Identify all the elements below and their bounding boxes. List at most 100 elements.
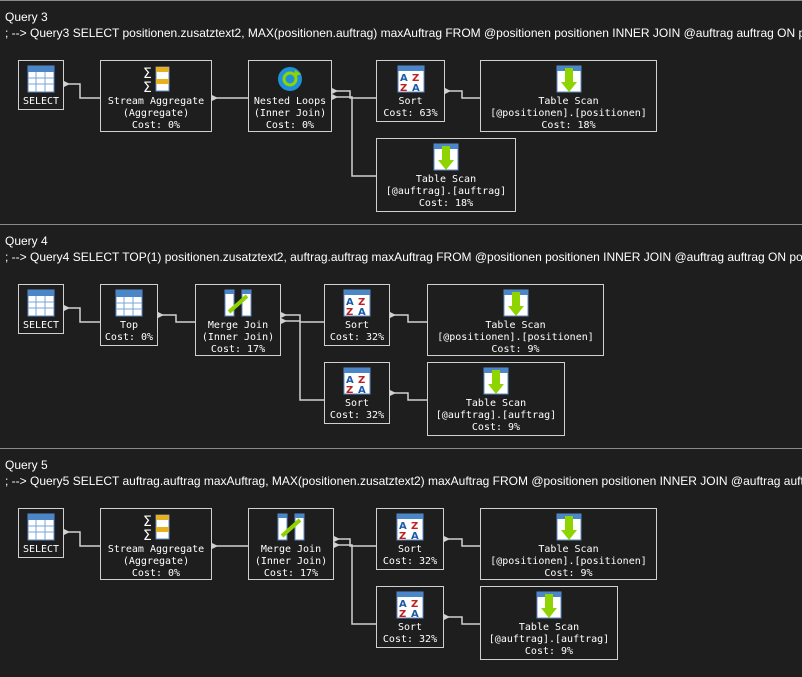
table-scan-node[interactable]: Table Scan [@positionen].[positionen] Co…	[480, 508, 657, 580]
node-cost: Cost: 9%	[471, 422, 521, 433]
node-cost: Cost: 0%	[131, 120, 181, 131]
svg-text:Z: Z	[399, 609, 406, 620]
node-cost: Cost: 9%	[544, 568, 593, 579]
node-cost: Cost: 0%	[265, 120, 315, 131]
sort-node[interactable]: A Z Z A Sort Cost: 32%	[376, 586, 444, 648]
merge-join-node[interactable]: Merge Join (Inner Join) Cost: 17%	[248, 508, 334, 580]
table-scan-icon	[503, 289, 528, 317]
nested-loops-icon	[278, 67, 302, 91]
node-cost: Cost: 9%	[524, 646, 574, 657]
svg-text:A: A	[358, 307, 366, 318]
table-scan-icon	[483, 367, 509, 395]
sort-icon: A Z Z A	[343, 367, 371, 396]
svg-text:Z: Z	[399, 531, 406, 542]
node-sublabel: [@positionen].[positionen]	[490, 108, 647, 119]
merge-join-node[interactable]: Merge Join (Inner Join) Cost: 17%	[195, 284, 281, 356]
sort-node[interactable]: A Z Z A Sort Cost: 32%	[324, 284, 390, 346]
node-cost: Cost: 63%	[383, 108, 438, 119]
svg-text:Z: Z	[400, 83, 407, 94]
node-cost: Cost: 17%	[210, 344, 266, 355]
sort-node[interactable]: A Z Z A Sort Cost: 32%	[376, 508, 444, 570]
svg-text:Σ: Σ	[143, 80, 152, 94]
select-icon	[27, 65, 55, 93]
top-node[interactable]: Top Cost: 0%	[100, 284, 158, 346]
node-cost: Cost: 32%	[329, 410, 385, 421]
node-label: Table Scan	[538, 96, 599, 107]
node-label: Table Scan	[415, 174, 477, 185]
node-sublabel: [@auftrag].[auftrag]	[435, 410, 557, 421]
select-node[interactable]: SELECT	[18, 60, 64, 110]
node-label: Sort	[344, 398, 370, 409]
node-label: Stream Aggregate	[107, 96, 205, 107]
sort-icon: A Z Z A	[397, 65, 424, 94]
query-4-section: Query 4 ; --> Query4 SELECT TOP(1) posit…	[0, 224, 802, 448]
query-title: Query 3	[5, 10, 48, 24]
node-label: Sort	[398, 96, 423, 107]
table-scan-icon	[433, 143, 459, 171]
node-sublabel: (Aggregate)	[122, 108, 190, 119]
node-sublabel: (Inner Join)	[201, 332, 275, 343]
node-sublabel: [@positionen].[positionen]	[490, 556, 647, 567]
node-label: Sort	[344, 320, 370, 331]
sort-node[interactable]: A Z Z A Sort Cost: 63%	[376, 60, 445, 122]
merge-join-icon	[224, 289, 252, 317]
table-scan-node[interactable]: Table Scan [@positionen].[positionen] Co…	[427, 284, 604, 356]
node-cost: Cost: 18%	[541, 120, 596, 131]
top-icon	[115, 289, 143, 317]
stream-aggregate-node[interactable]: Σ Σ Stream Aggregate (Aggregate) Cost: 0…	[100, 60, 212, 132]
query-5-section: Query 5 ; --> Query5 SELECT auftrag.auft…	[0, 448, 802, 677]
stream-aggregate-node[interactable]: Σ Σ Stream Aggregate (Aggregate) Cost: 0…	[100, 508, 212, 580]
table-scan-node[interactable]: Table Scan [@auftrag].[auftrag] Cost: 9%	[427, 362, 565, 436]
query-text[interactable]: ; --> Query3 SELECT positionen.zusatztex…	[5, 26, 802, 40]
node-cost: Cost: 32%	[382, 634, 438, 645]
query-title: Query 5	[5, 458, 48, 472]
node-label: Nested Loops	[253, 96, 327, 107]
table-scan-node[interactable]: Table Scan [@auftrag].[auftrag] Cost: 9%	[480, 586, 618, 660]
node-sublabel: (Inner Join)	[254, 556, 328, 567]
node-sublabel: [@auftrag].[auftrag]	[488, 634, 610, 645]
node-label: Sort	[397, 622, 423, 633]
query-title: Query 4	[5, 234, 48, 248]
nested-loops-node[interactable]: Nested Loops (Inner Join) Cost: 0%	[248, 60, 332, 132]
svg-text:A: A	[411, 609, 419, 620]
svg-text:A: A	[358, 385, 366, 396]
node-label: Sort	[397, 544, 423, 555]
select-icon	[27, 513, 55, 541]
node-sublabel: [@auftrag].[auftrag]	[385, 186, 507, 197]
table-scan-icon	[536, 591, 562, 619]
svg-text:A: A	[411, 531, 419, 542]
node-sublabel: (Aggregate)	[122, 556, 190, 567]
sort-icon: A Z Z A	[343, 289, 371, 318]
select-icon	[27, 289, 55, 317]
node-label: SELECT	[22, 320, 60, 331]
svg-text:Z: Z	[346, 385, 353, 396]
aggregate-icon: Σ Σ	[143, 514, 170, 542]
node-sublabel: [@positionen].[positionen]	[437, 332, 594, 343]
table-scan-icon	[556, 513, 581, 541]
select-node[interactable]: SELECT	[18, 508, 64, 558]
query-text[interactable]: ; --> Query4 SELECT TOP(1) positionen.zu…	[5, 250, 802, 264]
aggregate-icon: Σ Σ	[143, 66, 170, 94]
node-sublabel: (Inner Join)	[253, 108, 327, 119]
query-text[interactable]: ; --> Query5 SELECT auftrag.auftrag maxA…	[5, 474, 802, 488]
query-3-section: Query 3 ; --> Query3 SELECT positionen.z…	[0, 0, 802, 224]
svg-text:A: A	[412, 83, 420, 94]
node-cost: Cost: 9%	[491, 344, 540, 355]
svg-text:Z: Z	[346, 307, 353, 318]
node-label: Merge Join	[207, 320, 269, 331]
node-cost: Cost: 0%	[104, 332, 154, 343]
node-label: Table Scan	[538, 544, 599, 555]
node-label: SELECT	[22, 544, 60, 555]
node-label: Table Scan	[518, 622, 580, 633]
sort-node[interactable]: A Z Z A Sort Cost: 32%	[324, 362, 390, 424]
node-cost: Cost: 17%	[263, 568, 319, 579]
node-label: Top	[119, 320, 139, 331]
sort-icon: A Z Z A	[396, 591, 424, 620]
table-scan-node[interactable]: Table Scan [@positionen].[positionen] Co…	[480, 60, 657, 132]
select-node[interactable]: SELECT	[18, 284, 64, 334]
node-cost: Cost: 18%	[418, 198, 474, 209]
merge-join-icon	[277, 513, 305, 541]
table-scan-node[interactable]: Table Scan [@auftrag].[auftrag] Cost: 18…	[376, 138, 516, 212]
sort-icon: A Z Z A	[396, 513, 424, 542]
node-label: Merge Join	[260, 544, 322, 555]
